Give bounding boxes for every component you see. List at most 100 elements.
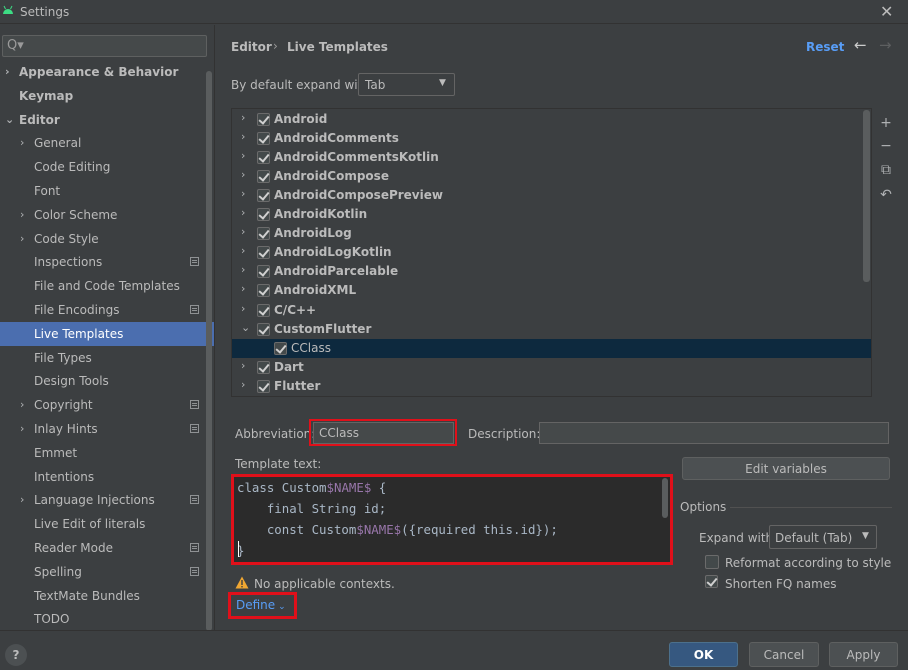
template-group-row[interactable]: › AndroidLogKotlin (232, 243, 871, 262)
template-group-row[interactable]: › Dart (232, 358, 871, 377)
sidebar-item[interactable]: TODO (0, 607, 214, 631)
sidebar-item[interactable]: Reader Mode (0, 536, 214, 560)
editor-scrollbar[interactable] (662, 478, 668, 518)
copy-icon[interactable]: ⧉ (876, 160, 896, 180)
sidebar-item[interactable]: Emmet (0, 441, 214, 465)
description-input[interactable] (539, 422, 889, 444)
chevron-right-icon[interactable]: › (5, 60, 10, 84)
chevron-right-icon[interactable]: › (20, 393, 24, 417)
sidebar-item[interactable]: Live Templates (0, 321, 214, 346)
forward-arrow-icon[interactable]: → (879, 36, 892, 54)
template-group-row[interactable]: › AndroidKotlin (232, 205, 871, 224)
sidebar-item[interactable]: ⌄ Editor (0, 108, 214, 132)
template-group-row[interactable]: › AndroidLog (232, 224, 871, 243)
sidebar-item[interactable]: Spelling (0, 560, 214, 584)
template-checkbox[interactable] (274, 341, 287, 355)
abbreviation-input[interactable] (313, 422, 454, 444)
expand-with-select[interactable]: Default (Tab) ▼ (769, 525, 877, 549)
apply-button[interactable]: Apply (829, 642, 898, 667)
template-checkbox[interactable] (257, 131, 270, 145)
help-button[interactable]: ? (5, 644, 27, 666)
reset-link[interactable]: Reset (806, 40, 844, 54)
chevron-right-icon[interactable]: › (241, 168, 245, 181)
chevron-down-icon[interactable]: ⌄ (5, 108, 14, 132)
template-tree-scrollbar[interactable] (863, 110, 870, 282)
default-expand-select[interactable]: Tab ▼ (358, 73, 455, 96)
chevron-down-icon[interactable]: ⌄ (241, 321, 250, 334)
sidebar-item[interactable]: › Color Scheme (0, 203, 214, 227)
remove-icon[interactable]: − (876, 136, 896, 156)
define-contexts-link[interactable]: Define ⌄ (236, 598, 286, 612)
template-group-row[interactable]: › AndroidParcelable (232, 262, 871, 281)
sidebar-item[interactable]: File and Code Templates (0, 274, 214, 298)
edit-variables-button[interactable]: Edit variables (682, 457, 890, 480)
chevron-right-icon[interactable]: › (241, 187, 245, 200)
sidebar-item[interactable]: › Code Style (0, 227, 214, 251)
template-checkbox[interactable] (257, 150, 270, 164)
sidebar-item[interactable]: Inspections (0, 250, 214, 274)
sidebar-item[interactable]: Design Tools (0, 369, 214, 393)
sidebar-item[interactable]: File Encodings (0, 298, 214, 322)
chevron-right-icon[interactable]: › (241, 282, 245, 295)
chevron-right-icon[interactable]: › (241, 378, 245, 391)
template-group-row[interactable]: › AndroidCommentsKotlin (232, 148, 871, 167)
sidebar-item[interactable]: › General (0, 131, 214, 155)
cancel-button[interactable]: Cancel (749, 642, 819, 667)
chevron-right-icon[interactable]: › (241, 244, 245, 257)
chevron-right-icon[interactable]: › (241, 302, 245, 315)
template-group-row[interactable]: › C/C++ (232, 301, 871, 320)
template-checkbox[interactable] (257, 208, 270, 221)
chevron-right-icon[interactable]: › (20, 227, 24, 251)
sidebar-item[interactable]: Code Editing (0, 155, 214, 179)
chevron-right-icon[interactable]: › (241, 225, 245, 238)
chevron-right-icon[interactable]: › (241, 206, 245, 219)
sidebar-item[interactable]: Font (0, 179, 214, 203)
sidebar-item[interactable]: File Types (0, 346, 214, 370)
reformat-checkbox[interactable] (705, 555, 719, 569)
revert-icon[interactable]: ↶ (876, 185, 896, 205)
template-checkbox[interactable] (257, 379, 270, 393)
template-checkbox[interactable] (257, 188, 270, 202)
chevron-right-icon[interactable]: › (241, 359, 245, 372)
template-checkbox[interactable] (257, 303, 270, 317)
template-group-row[interactable]: ⌄ CustomFlutter (232, 320, 871, 339)
chevron-right-icon[interactable]: › (241, 111, 245, 124)
sidebar-scrollbar[interactable] (206, 71, 212, 631)
template-group-row[interactable]: › AndroidCompose (232, 167, 871, 186)
template-checkbox[interactable] (257, 265, 270, 279)
chevron-right-icon[interactable]: › (241, 130, 245, 143)
template-group-row[interactable]: › AndroidXML (232, 281, 871, 300)
close-icon[interactable]: ✕ (880, 2, 893, 21)
template-checkbox[interactable] (257, 360, 270, 374)
template-item-row[interactable]: CClass (232, 338, 871, 358)
sidebar-item[interactable]: › Language Injections (0, 488, 214, 512)
back-arrow-icon[interactable]: ← (854, 36, 867, 54)
ok-button[interactable]: OK (669, 642, 738, 667)
chevron-right-icon[interactable]: › (241, 263, 245, 276)
sidebar-item[interactable]: › Copyright (0, 393, 214, 417)
template-group-row[interactable]: › AndroidComposePreview (232, 186, 871, 205)
search-input[interactable]: Q▾ (2, 35, 207, 57)
sidebar-item[interactable]: › Appearance & Behavior (0, 60, 214, 84)
breadcrumb-editor[interactable]: Editor (231, 40, 272, 54)
chevron-right-icon[interactable]: › (20, 131, 24, 155)
template-checkbox[interactable] (257, 112, 270, 126)
chevron-right-icon[interactable]: › (20, 417, 24, 441)
template-text-editor[interactable]: class Custom$NAME$ { final String id; co… (231, 474, 673, 565)
chevron-right-icon[interactable]: › (20, 203, 24, 227)
add-icon[interactable]: + (876, 113, 896, 133)
template-group-row[interactable]: › Flutter (232, 377, 871, 396)
sidebar-item[interactable]: Live Edit of literals (0, 512, 214, 536)
sidebar-item[interactable]: TextMate Bundles (0, 584, 214, 608)
sidebar-item[interactable]: › Inlay Hints (0, 417, 214, 441)
template-group-row[interactable]: › Android (232, 110, 871, 129)
sidebar-item[interactable]: Keymap (0, 84, 214, 108)
template-group-row[interactable]: › AndroidComments (232, 129, 871, 148)
chevron-right-icon[interactable]: › (241, 149, 245, 162)
template-checkbox[interactable] (257, 227, 270, 241)
template-checkbox[interactable] (257, 322, 270, 336)
shorten-fq-checkbox[interactable] (705, 575, 718, 588)
sidebar-item[interactable]: Intentions (0, 465, 214, 489)
template-checkbox[interactable] (257, 169, 270, 183)
chevron-right-icon[interactable]: › (20, 488, 24, 512)
